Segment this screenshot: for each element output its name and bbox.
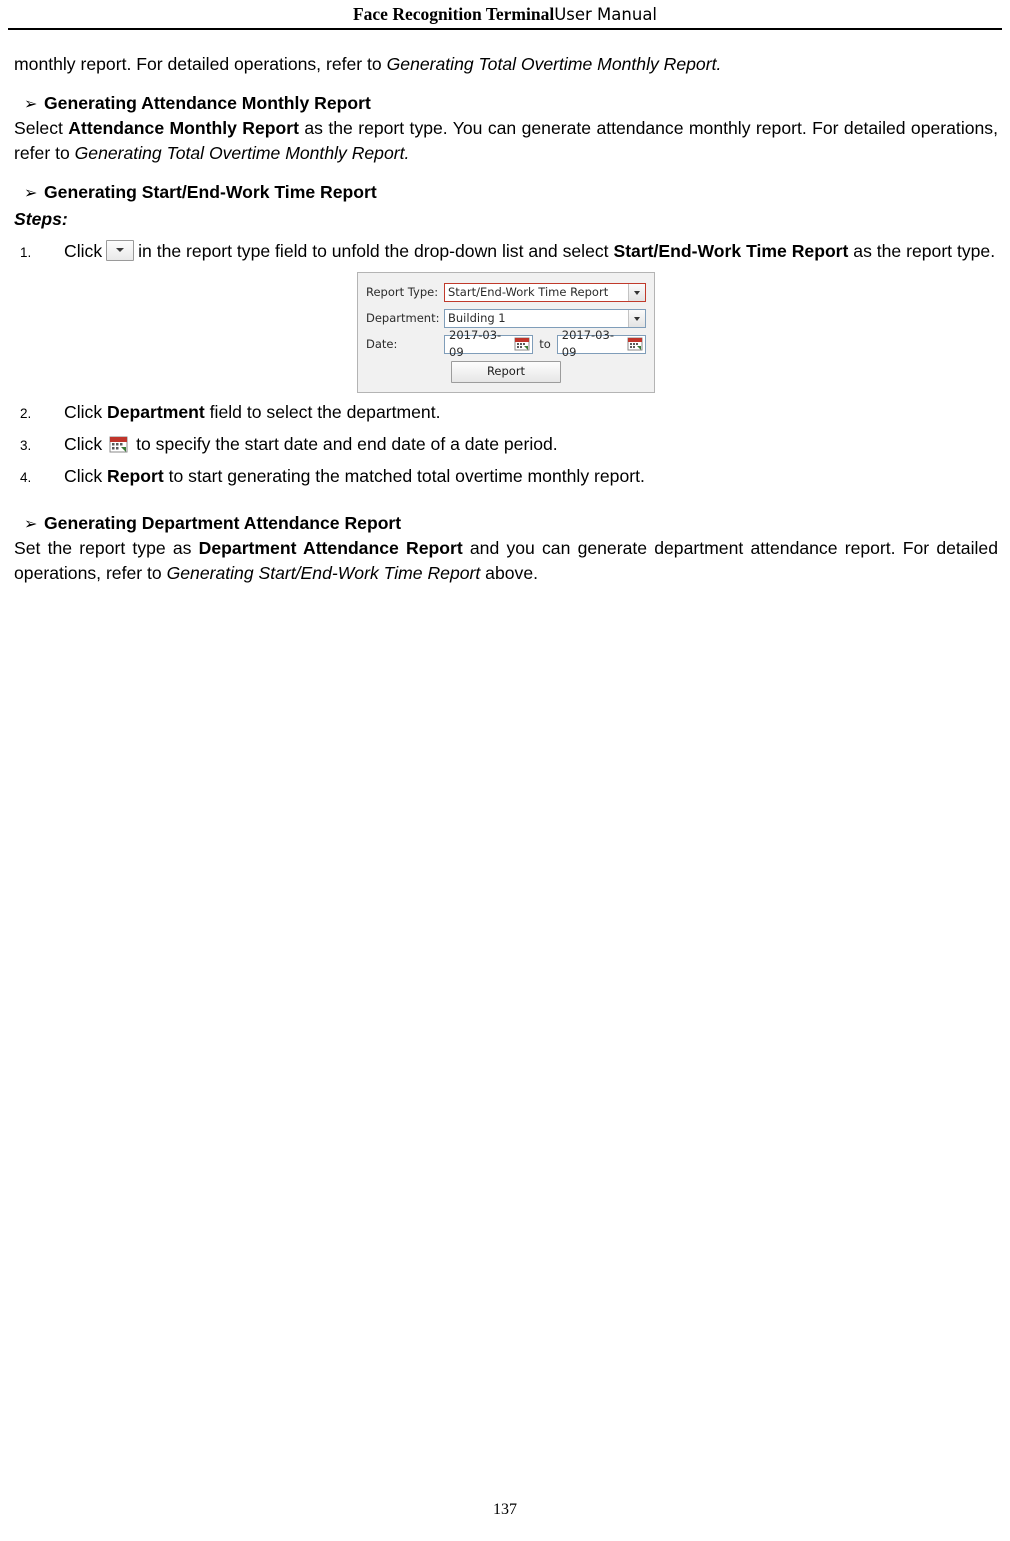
step-3-body: Click to specify the start date and end …: [64, 432, 998, 457]
step-4: 4. Click Report to start generating the …: [14, 464, 998, 489]
report-button-row: Report: [366, 360, 646, 383]
document-page: Face Recognition TerminalUser Manual mon…: [0, 0, 1010, 1541]
date-row: Date: 2017-03-09 to 2017-03-09: [366, 328, 646, 359]
calendar-icon[interactable]: [627, 336, 644, 352]
page-content: monthly report. For detailed operations,…: [0, 30, 1010, 586]
step-2-post: field to select the department.: [204, 401, 441, 422]
step-1-body: Click in the report type field to unfold …: [64, 239, 998, 264]
step-2-pre: Click: [64, 401, 108, 422]
section3-text-1: Set the report type as: [14, 537, 199, 558]
intro-italic-reference: Generating Total Overtime Monthly Report…: [386, 54, 722, 74]
step-1-number: 1.: [20, 244, 32, 260]
report-type-value: Start/End-Work Time Report: [448, 284, 609, 299]
dropdown-arrow-icon: [106, 239, 135, 261]
date-field: 2017-03-09 to 2017-03-09: [444, 328, 646, 359]
calendar-icon: [108, 434, 130, 454]
start-date-value: 2017-03-09: [449, 328, 502, 360]
department-select[interactable]: Building 1: [444, 308, 646, 328]
step-3-pre: Click: [64, 433, 103, 454]
arrow-bullet-icon: ➢: [24, 513, 38, 533]
steps-label: Steps:: [14, 208, 68, 229]
section3-italic-1: Generating Start/End-Work Time Report: [166, 562, 481, 583]
step-3-number: 3.: [20, 437, 32, 453]
step-1: 1. Click in the report type field to unfo…: [14, 239, 998, 264]
section-heading-start-end-work-time-report: ➢ Generating Start/End-Work Time Report: [14, 180, 998, 205]
page-footer: 137: [0, 1501, 1010, 1519]
chevron-down-icon[interactable]: [628, 283, 645, 301]
step-1-post: as the report type.: [848, 240, 996, 261]
section1-italic-1: Generating Total Overtime Monthly Report…: [74, 142, 410, 163]
step-1-mid: in the report type field to unfold the d…: [138, 240, 614, 261]
step-3: 3. Click to specify the start date and e…: [14, 432, 998, 457]
intro-text: monthly report. For detailed operations,…: [14, 54, 387, 74]
step-2: 2. Click Department field to select the …: [14, 400, 998, 425]
header-title-bold: Face Recognition Terminal: [352, 4, 555, 24]
step-1-pre: Click: [64, 240, 103, 261]
department-field[interactable]: Building 1: [444, 308, 646, 328]
step-2-number: 2.: [20, 405, 32, 421]
section1-text-1: Select: [14, 117, 69, 138]
intro-paragraph: monthly report. For detailed operations,…: [14, 52, 998, 77]
step-3-post: to specify the start date and end date o…: [136, 433, 558, 454]
step-4-body: Click Report to start generating the mat…: [64, 464, 998, 489]
report-type-row: Report Type: Start/End-Work Time Report: [366, 282, 646, 302]
section3-heading-text: Generating Department Attendance Report: [44, 512, 402, 533]
step-1-bold: Start/End-Work Time Report: [613, 240, 849, 261]
date-label: Date:: [366, 337, 398, 352]
page-number: 137: [493, 1501, 517, 1518]
section3-paragraph: Set the report type as Department Attend…: [14, 536, 998, 586]
section2-heading-text: Generating Start/End-Work Time Report: [44, 181, 377, 202]
report-dialog: Report Type: Start/End-Work Time Report …: [357, 271, 655, 393]
report-button[interactable]: Report: [451, 360, 561, 383]
section1-heading-text: Generating Attendance Monthly Report: [44, 92, 371, 113]
start-date-input[interactable]: 2017-03-09: [444, 328, 534, 359]
arrow-bullet-icon: ➢: [24, 93, 38, 113]
report-type-select[interactable]: Start/End-Work Time Report: [444, 282, 646, 302]
chevron-down-icon[interactable]: [628, 309, 645, 327]
step-2-bold: Department: [107, 401, 205, 422]
step-4-pre: Click: [64, 465, 108, 486]
report-dialog-figure: Report Type: Start/End-Work Time Report …: [14, 271, 998, 393]
arrow-bullet-icon: ➢: [24, 182, 38, 202]
report-type-label: Report Type:: [366, 285, 439, 300]
end-date-input[interactable]: 2017-03-09: [556, 328, 646, 359]
section1-bold-1: Attendance Monthly Report: [68, 117, 299, 138]
step-2-body: Click Department field to select the dep…: [64, 400, 998, 425]
section-heading-department-attendance-report: ➢ Generating Department Attendance Repor…: [14, 511, 998, 536]
section1-paragraph: Select Attendance Monthly Report as the …: [14, 116, 998, 166]
step-4-bold: Report: [107, 465, 164, 486]
section3-bold-1: Department Attendance Report: [198, 537, 463, 558]
step-4-post: to start generating the matched total ov…: [163, 465, 645, 486]
section-heading-attendance-monthly-report: ➢ Generating Attendance Monthly Report: [14, 91, 998, 116]
header-title-rest: User Manual: [554, 5, 658, 24]
step-4-number: 4.: [20, 469, 32, 485]
date-to-label: to: [539, 337, 551, 352]
page-header: Face Recognition TerminalUser Manual: [0, 0, 1010, 25]
department-value: Building 1: [448, 310, 506, 325]
department-label: Department:: [366, 311, 440, 326]
department-row: Department: Building 1: [366, 308, 646, 328]
report-type-field[interactable]: Start/End-Work Time Report: [444, 282, 646, 302]
end-date-value: 2017-03-09: [561, 328, 614, 360]
section3-text-3: above.: [480, 562, 538, 583]
calendar-icon[interactable]: [514, 336, 531, 352]
